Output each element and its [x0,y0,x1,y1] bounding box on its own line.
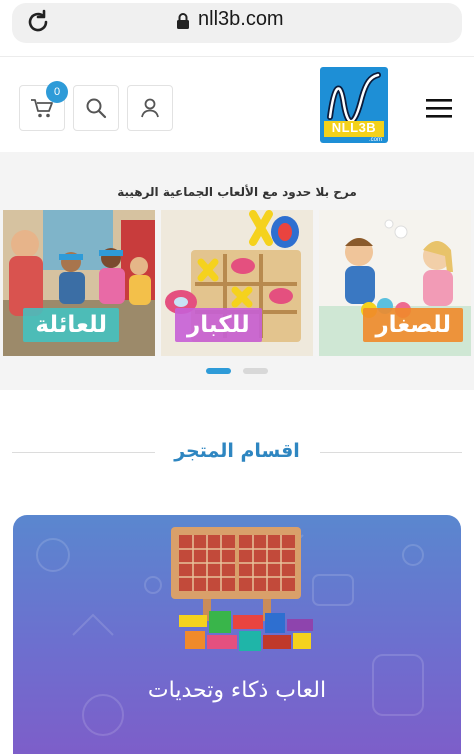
slider-caption: مرح بلا حدود مع الألعاب الجماعية الرهيبة [117,185,357,199]
user-icon [141,98,159,118]
slide-adults[interactable]: للكبار [161,210,313,356]
logo-text: NLL3B [331,120,377,135]
slide-kids-label: للصغار [363,308,463,342]
slider-dot-active[interactable] [206,368,231,374]
category-title: العاب ذكاء وتحديات [147,678,327,703]
browser-bar: nll3b.com [0,0,474,56]
slider-dot[interactable] [243,368,268,374]
puzzle-board-illustration [36,527,424,736]
logo-domain: .com [368,137,382,143]
url-text: nll3b.com [198,8,284,30]
reload-icon[interactable] [24,8,52,36]
site-header [0,56,474,148]
hamburger-menu-icon[interactable] [425,96,453,120]
slide-adults-label: للكبار [175,308,262,342]
slide-family-label: للعائلة [23,308,119,342]
search-icon [86,98,107,119]
account-button[interactable] [127,85,173,131]
site-logo[interactable]: NLL3B .com [320,67,388,143]
lock-icon [177,13,189,29]
slide-kids[interactable]: للصغار [319,210,471,356]
cart-count-badge: 0 [46,81,68,103]
category-card[interactable] [13,515,461,754]
search-button[interactable] [73,85,119,131]
section-title: اقسام المتجر [174,440,300,462]
slide-family[interactable]: للعائلة [3,210,155,356]
